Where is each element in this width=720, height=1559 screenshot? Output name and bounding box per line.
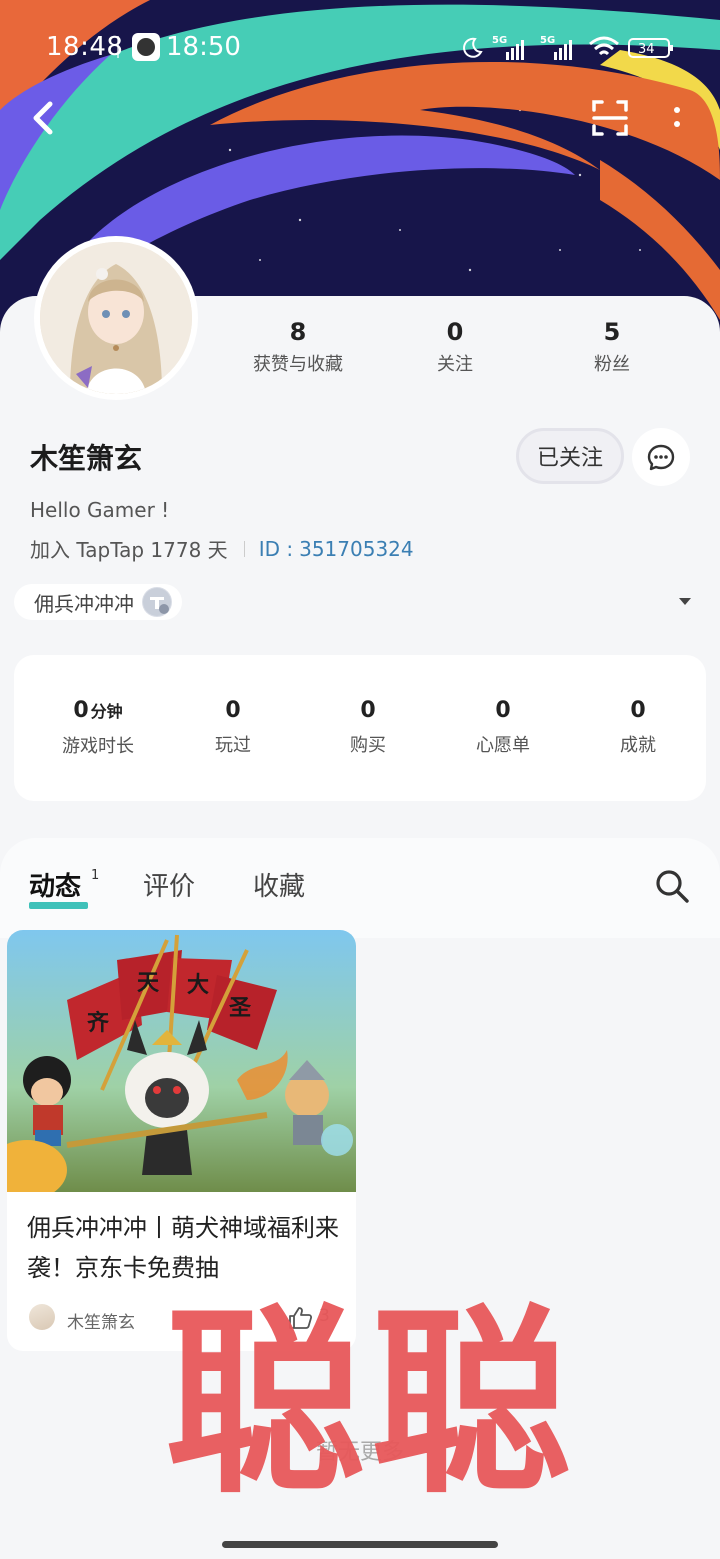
avatar-image [40, 242, 192, 394]
message-button[interactable] [632, 428, 690, 486]
game-stats-card: 0 分钟 游戏时长 0 玩过 0 购买 0 心愿单 0 成就 [14, 655, 706, 801]
stat-wishlist[interactable]: 0 心愿单 [438, 697, 568, 757]
stat-label: 心愿单 [476, 735, 530, 756]
stat-value: 0 [446, 318, 464, 346]
stat-value: 0 [630, 698, 646, 723]
status-icons: 5G 5G 34 [460, 34, 674, 62]
follow-button[interactable]: 已关注 [516, 428, 624, 484]
avatar-portrait [40, 242, 192, 394]
signal-icon: 5G [492, 35, 524, 60]
stat-label: 关注 [437, 354, 473, 375]
user-id[interactable]: 351705324 [299, 537, 414, 561]
more-vertical-icon[interactable] [662, 98, 692, 138]
status-time: 18:48 [46, 32, 124, 62]
stat-following[interactable]: 0 关注 [385, 318, 525, 376]
battery-level: 34 [638, 42, 655, 57]
signal-icon-2: 5G [540, 35, 572, 60]
stat-value: 5 [603, 318, 621, 346]
join-info: 加入 TapTap 1778 天 ID : 351705324 [30, 534, 414, 563]
taptap-badge-icon [142, 587, 172, 617]
join-days: 加入 TapTap 1778 天 [30, 538, 228, 562]
post-title[interactable]: 佣兵冲冲冲丨萌犬神域福利来袭！京东卡免费抽 [27, 1208, 345, 1288]
stat-value: 0 [225, 698, 241, 723]
stat-played[interactable]: 0 玩过 [168, 697, 298, 757]
post-cover-art: 齐 天 大 圣 [7, 930, 356, 1192]
game-tag[interactable]: 佣兵冲冲冲 [14, 584, 182, 620]
user-id-label: ID : [258, 536, 294, 561]
post-author[interactable]: 木笙箫玄 [67, 1308, 135, 1333]
tab-active-indicator [29, 902, 88, 909]
stat-label: 玩过 [215, 735, 251, 756]
stat-followers[interactable]: 5 粉丝 [542, 318, 682, 376]
wifi-icon [589, 36, 619, 56]
flag-text: 圣 [229, 996, 252, 1021]
watermark-text: 聪聪 [165, 1288, 578, 1521]
stat-label: 获赞与收藏 [253, 354, 343, 375]
author-avatar[interactable] [29, 1304, 55, 1330]
stat-value: 0 [73, 698, 89, 723]
flag-text: 大 [187, 973, 209, 998]
chevron-down-icon[interactable] [679, 598, 691, 605]
profile-stats: 8 获赞与收藏 0 关注 5 粉丝 [220, 318, 690, 388]
stat-label: 游戏时长 [62, 736, 134, 757]
flag-text: 齐 [87, 1010, 110, 1036]
stat-purchased[interactable]: 0 购买 [303, 697, 433, 757]
flag-text: 天 [137, 971, 160, 996]
search-icon[interactable] [654, 868, 690, 904]
tab-badge: 1 [91, 868, 100, 883]
avatar[interactable] [34, 236, 198, 400]
network-label: 5G [492, 35, 507, 46]
moon-icon [463, 37, 483, 58]
back-button[interactable] [26, 96, 66, 140]
username: 木笙箫玄 [30, 442, 143, 475]
tab-posts[interactable]: 动态 [29, 866, 81, 903]
scan-icon[interactable] [590, 98, 630, 138]
game-tag-label: 佣兵冲冲冲 [34, 591, 134, 616]
chat-icon [647, 444, 675, 471]
stat-value: 0 [360, 698, 376, 723]
bio-text: Hello Gamer ! [30, 498, 170, 522]
stat-label: 购买 [350, 735, 386, 756]
stat-unit: 分钟 [90, 702, 123, 721]
status-time-secondary: 18:50 [166, 32, 241, 62]
stat-likes[interactable]: 8 获赞与收藏 [228, 318, 368, 376]
clock-app-icon [132, 33, 160, 61]
tab-reviews[interactable]: 评价 [143, 866, 195, 903]
home-indicator[interactable] [222, 1541, 498, 1548]
post-cover-image: 齐 天 大 圣 [7, 930, 356, 1192]
stat-achievements[interactable]: 0 成就 [573, 697, 703, 757]
status-divider [117, 36, 119, 58]
tabs-panel [0, 838, 720, 938]
stat-label: 成就 [620, 735, 656, 756]
stat-playtime[interactable]: 0 分钟 游戏时长 [33, 697, 163, 758]
stat-value: 0 [495, 698, 511, 723]
status-bar: 18:48 18:50 5G 5G 34 [0, 22, 720, 72]
battery-icon: 34 [628, 38, 673, 58]
stat-label: 粉丝 [594, 354, 630, 375]
tab-favorites[interactable]: 收藏 [253, 866, 305, 903]
network-label-2: 5G [540, 35, 555, 46]
join-divider [243, 540, 245, 557]
stat-value: 8 [289, 318, 307, 346]
